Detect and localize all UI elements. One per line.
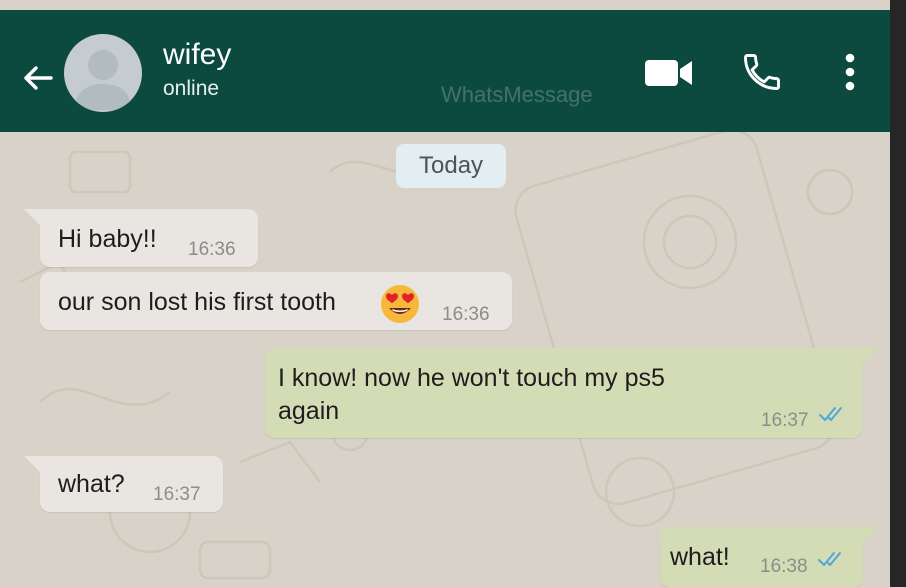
phone-icon[interactable]	[740, 50, 784, 94]
chat-area[interactable]: Today Hi baby!! 16:36 our son lost his f…	[0, 132, 890, 587]
right-screen-edge	[890, 0, 906, 587]
more-vertical-icon[interactable]	[840, 50, 860, 94]
avatar-placeholder-icon	[74, 50, 132, 110]
message-text: what!	[670, 543, 730, 571]
heart-eyes-emoji	[381, 285, 419, 323]
read-receipt-ticks-icon	[819, 407, 842, 421]
message-bubble-incoming[interactable]: our son lost his first tooth 16:36	[40, 272, 512, 330]
message-time: 16:38	[760, 556, 808, 577]
bubble-tail	[24, 209, 40, 225]
bubble-tail	[24, 456, 40, 472]
contact-status: online	[163, 77, 220, 100]
date-chip: Today	[396, 144, 507, 188]
video-call-icon[interactable]	[644, 58, 694, 88]
message-text: what?	[58, 470, 125, 498]
bubble-tail	[862, 348, 878, 364]
message-bubble-outgoing[interactable]: what! 16:38	[660, 527, 879, 587]
message-text: our son lost his first tooth	[58, 288, 336, 316]
message-text: I know! now he won't touch my ps5 again	[278, 364, 665, 425]
bubble-tail	[863, 527, 879, 543]
message-bubble-incoming[interactable]: what? 16:37	[24, 456, 223, 512]
back-arrow-icon[interactable]	[20, 60, 56, 96]
message-text: Hi baby!!	[58, 225, 157, 253]
message-time: 16:36	[188, 239, 236, 260]
message-bubble-incoming[interactable]: Hi baby!! 16:36	[24, 209, 258, 267]
watermark-text: WhatsMessage	[441, 82, 593, 107]
read-receipt-ticks-icon	[818, 552, 841, 566]
message-time: 16:37	[153, 484, 201, 505]
message-time: 16:37	[761, 410, 809, 431]
avatar[interactable]	[64, 34, 142, 112]
message-time: 16:36	[442, 304, 490, 325]
message-bubble-outgoing[interactable]: I know! now he won't touch my ps5 again …	[265, 348, 878, 438]
chat-screen: wifey online WhatsMessage Today Hi baby!…	[0, 0, 890, 587]
contact-name[interactable]: wifey	[163, 38, 231, 72]
chat-header: wifey online WhatsMessage	[0, 10, 890, 132]
